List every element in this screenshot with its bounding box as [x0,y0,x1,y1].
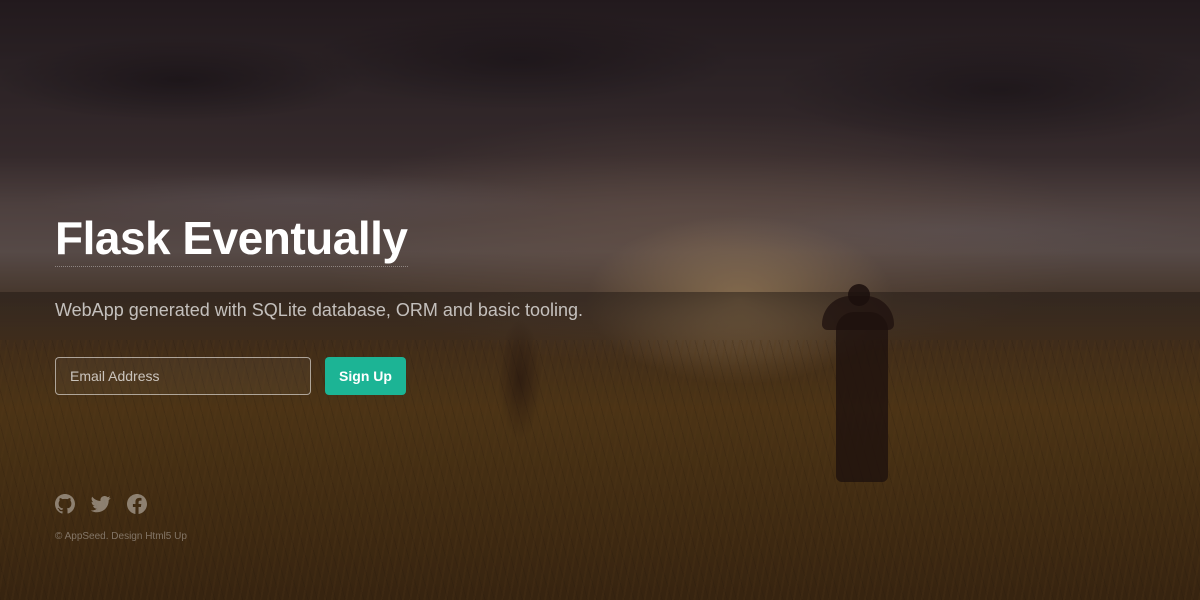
copyright-text: © AppSeed. Design Html5 Up [55,531,187,542]
signup-form: Sign Up [55,357,755,395]
hero-content: Flask Eventually WebApp generated with S… [55,212,755,395]
facebook-icon[interactable] [127,494,147,514]
sign-up-button[interactable]: Sign Up [325,357,406,395]
github-icon[interactable] [55,494,75,514]
page-title: Flask Eventually [55,212,408,267]
email-input[interactable] [55,357,311,395]
twitter-icon[interactable] [91,494,111,514]
footer: © AppSeed. Design Html5 Up [55,494,187,542]
page-subtitle: WebApp generated with SQLite database, O… [55,300,583,320]
social-icons [55,494,187,514]
